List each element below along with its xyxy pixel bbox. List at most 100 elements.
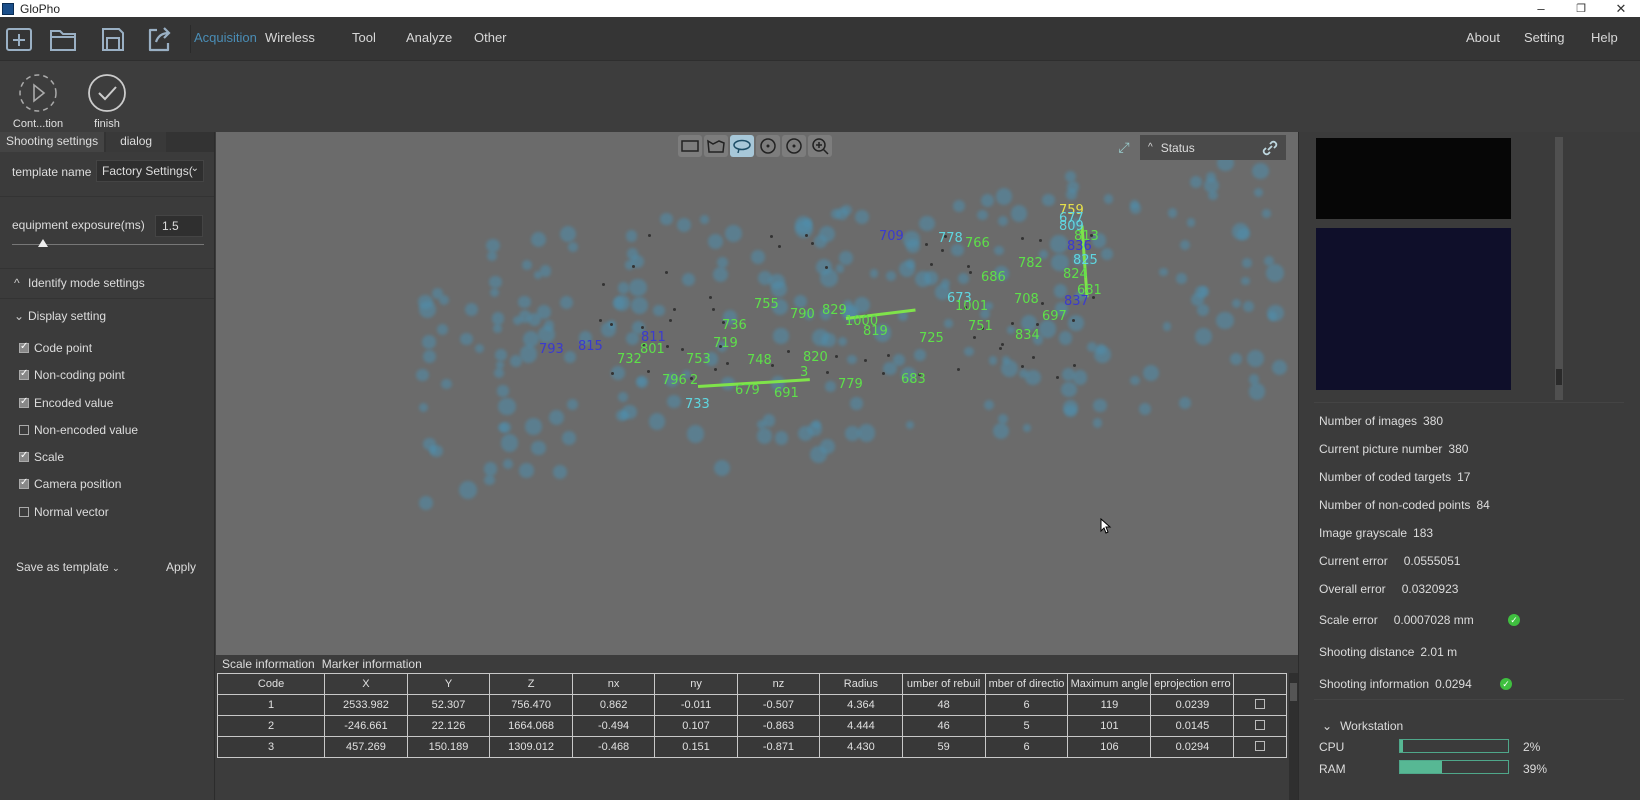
point-blob <box>847 354 857 365</box>
scrollbar-thumb[interactable] <box>1290 683 1297 701</box>
table-scrollbar[interactable] <box>1289 673 1298 800</box>
status-toggle[interactable]: ^ Status <box>1140 135 1286 160</box>
new-project-icon[interactable] <box>4 24 34 54</box>
checkbox-box[interactable] <box>19 396 29 408</box>
menu-about[interactable]: About <box>1466 30 1500 45</box>
checkbox-scale[interactable]: Scale <box>19 450 64 464</box>
polygon-select-tool[interactable] <box>704 135 728 157</box>
target-label: 708 <box>1014 292 1039 307</box>
column-header[interactable]: Code <box>216 673 326 695</box>
column-header[interactable]: Y <box>406 673 491 695</box>
stat-row: Shooting information 0.0294 <box>1319 677 1472 691</box>
point-blob <box>763 414 776 427</box>
checkbox-box[interactable] <box>19 507 29 517</box>
menu-help[interactable]: Help <box>1591 30 1618 45</box>
column-header[interactable]: nz <box>736 673 821 695</box>
checkbox-camera-position[interactable]: Camera position <box>19 477 121 491</box>
column-header[interactable]: nx <box>571 673 656 695</box>
column-header[interactable] <box>1233 673 1287 695</box>
point-blob <box>500 422 512 433</box>
fullscreen-icon[interactable]: ⤢ <box>1114 139 1134 159</box>
table-row[interactable]: 2 -246.661 22.126 1664.068 -0.494 0.107 -0.863… <box>216 715 1287 737</box>
menu-wireless[interactable]: Wireless <box>265 30 315 45</box>
toolbar-separator <box>190 25 191 53</box>
checkbox-code-point[interactable]: Code point <box>19 341 92 355</box>
menu-other[interactable]: Other <box>474 30 507 45</box>
tab-scale-information[interactable]: Scale information <box>220 655 320 673</box>
identify-mode-section[interactable]: ^ Identify mode settings <box>14 276 145 290</box>
menu-analyze[interactable]: Analyze <box>406 30 452 45</box>
tab-shooting-settings[interactable]: Shooting settings <box>0 132 105 152</box>
table-row[interactable]: 1 2533.982 52.307 756.470 0.862 -0.011 -0.507 4… <box>216 694 1287 716</box>
save-icon[interactable] <box>98 24 128 54</box>
point-blob <box>1190 176 1203 189</box>
checkbox-non-encoded-value[interactable]: Non-encoded value <box>19 423 138 437</box>
checkbox-box[interactable] <box>19 450 29 462</box>
column-header[interactable]: eprojection erro <box>1150 673 1235 695</box>
checkbox-box[interactable] <box>19 425 29 435</box>
row-checkbox[interactable] <box>1255 740 1266 751</box>
menu-setting[interactable]: Setting <box>1524 30 1564 45</box>
link-icon[interactable] <box>1260 138 1280 158</box>
checkbox-box[interactable] <box>19 341 29 353</box>
template-select[interactable]: Factory Settings(⌄ <box>96 160 204 182</box>
lasso-select-tool[interactable] <box>730 135 754 157</box>
row-checkbox[interactable] <box>1255 698 1266 709</box>
menu-tool[interactable]: Tool <box>352 30 376 45</box>
checkbox-box[interactable] <box>19 477 29 489</box>
save-as-template-button[interactable]: Save as template ⌄ <box>16 560 120 574</box>
exposure-slider-thumb[interactable] <box>37 239 48 247</box>
polygon-select-icon <box>707 139 725 153</box>
apply-button[interactable]: Apply <box>166 560 196 574</box>
point-blob <box>1066 188 1078 201</box>
checkbox-label: Non-coding point <box>34 368 125 382</box>
display-setting-section[interactable]: ⌄ Display setting <box>14 309 106 323</box>
point-dot <box>665 344 669 348</box>
column-header[interactable]: umber of rebuil <box>901 673 986 695</box>
point-blob <box>422 349 437 363</box>
point-blob <box>519 463 535 478</box>
point-blob <box>503 458 514 469</box>
rotate-tool[interactable] <box>756 135 780 157</box>
column-header[interactable]: Radius <box>819 673 903 695</box>
continue-button[interactable]: Cont...tion <box>3 73 73 130</box>
tab-marker-information[interactable]: Marker information <box>320 655 427 673</box>
table-cell: 119 <box>1067 694 1152 716</box>
menu-acquisition[interactable]: Acquisition <box>194 30 257 45</box>
open-folder-icon[interactable] <box>48 24 78 54</box>
stat-row: Overall error 0.0320923 <box>1319 582 1458 596</box>
close-button[interactable]: ✕ <box>1604 0 1638 17</box>
column-header[interactable]: X <box>324 673 408 695</box>
column-header[interactable]: ny <box>654 673 738 695</box>
rect-select-tool[interactable] <box>678 135 702 157</box>
zoom-tool[interactable] <box>808 135 832 157</box>
column-header[interactable]: Maximum angle <box>1067 673 1152 695</box>
preview-scrollbar[interactable] <box>1555 137 1563 400</box>
column-header[interactable]: mber of directio <box>984 673 1069 695</box>
target-label: 753 <box>686 352 711 367</box>
maximize-button[interactable]: ❐ <box>1564 0 1598 17</box>
workstation-section[interactable]: ⌄ Workstation <box>1322 719 1403 733</box>
rotate-reset-tool[interactable] <box>782 135 806 157</box>
exposure-input[interactable]: 1.5 <box>155 215 203 237</box>
checkbox-box[interactable] <box>19 368 29 380</box>
finish-button[interactable]: finish <box>72 73 142 130</box>
table-cell: 101 <box>1067 715 1152 737</box>
point-blob <box>566 399 578 411</box>
checkbox-encoded-value[interactable]: Encoded value <box>19 396 113 410</box>
table-cell: -246.661 <box>324 715 408 737</box>
table-cell: 59 <box>901 736 986 758</box>
checkbox-normal-vector[interactable]: Normal vector <box>19 505 109 519</box>
3d-viewport[interactable]: 709 778 766 782 686 759 677 809 813 836 825 824 681 8… <box>216 132 1298 655</box>
scrollbar-thumb[interactable] <box>1556 369 1562 385</box>
row-checkbox[interactable] <box>1255 719 1266 730</box>
minimize-button[interactable]: – <box>1524 0 1558 17</box>
point-dot <box>709 295 712 299</box>
export-icon[interactable] <box>144 24 174 54</box>
column-header[interactable]: Z <box>489 673 573 695</box>
table-row[interactable]: 3 457.269 150.189 1309.012 -0.468 0.151 -0.871… <box>216 736 1287 758</box>
ribbon: Cont...tion finish <box>0 60 1640 132</box>
checkbox-non-coding-point[interactable]: Non-coding point <box>19 368 125 382</box>
target-label: 825 <box>1073 253 1098 268</box>
tab-dialog[interactable]: dialog <box>106 132 167 152</box>
